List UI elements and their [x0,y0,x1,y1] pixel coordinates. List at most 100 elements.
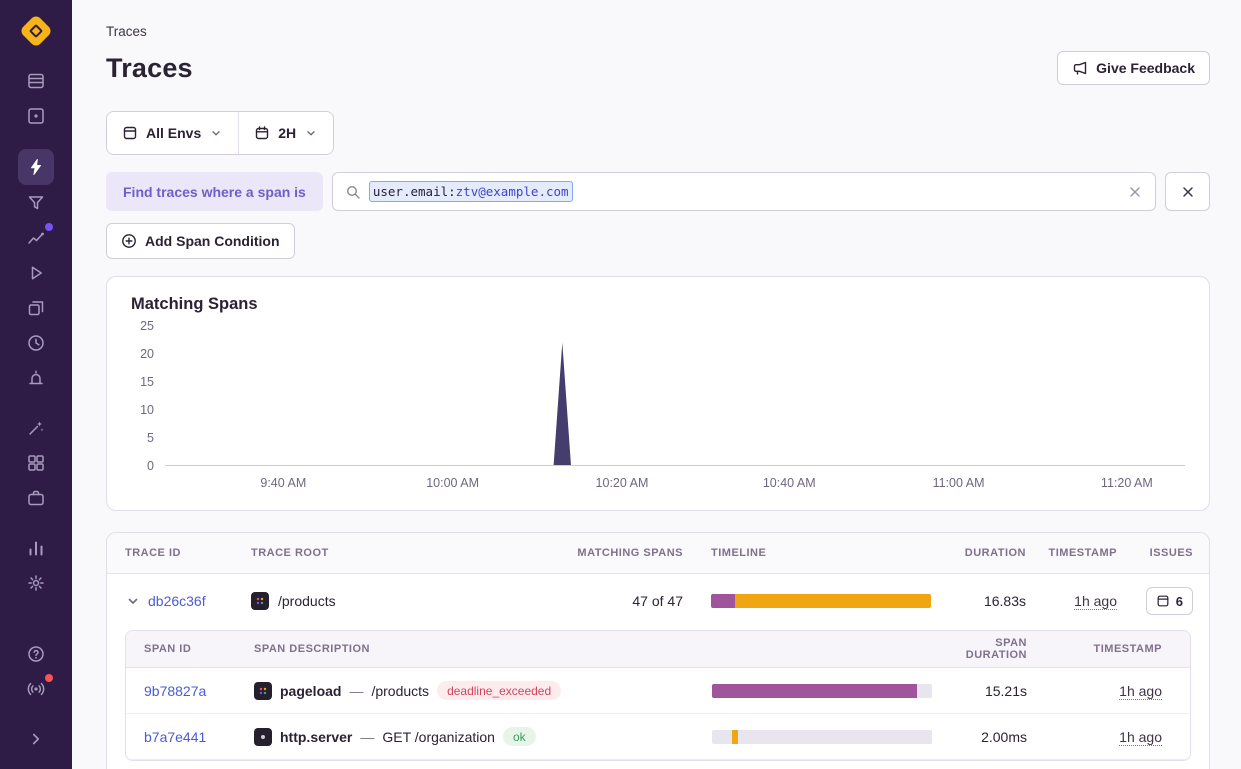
sidebar-item-stacks[interactable] [18,291,54,325]
add-span-condition-button[interactable]: Add Span Condition [106,223,295,259]
time-period-filter[interactable]: 2H [238,112,333,154]
play-icon [26,263,46,283]
span-table: SPAN ID SPAN DESCRIPTION SPAN DURATION T… [125,630,1191,761]
chevron-right-icon [27,730,45,748]
y-tick-label: 5 [147,431,154,445]
issues-button[interactable]: 6 [1146,587,1193,615]
sidebar-item-insights[interactable] [18,221,54,255]
sentry-logo[interactable] [19,14,53,48]
matching-spans-chart: 0510152025 9:40 AM10:00 AM10:20 AM10:40 … [131,318,1185,494]
token-key: user.email: [373,184,456,199]
collapse-trace-icon[interactable] [125,593,141,609]
main-content: Traces Traces Give Feedback All Envs 2H … [72,0,1241,769]
span-description: /products [371,683,429,699]
status-badge: ok [503,727,536,746]
project-avatar [251,592,269,610]
sidebar-item-funnel[interactable] [18,186,54,220]
span-description: GET /organization [382,729,495,745]
clock-icon [26,333,46,353]
search-icon [345,184,361,200]
matching-spans-count: 47 of 47 [523,593,683,609]
y-tick-label: 25 [140,319,154,333]
trace-duration: 16.83s [931,593,1026,609]
x-tick-label: 11:00 AM [933,476,985,490]
span-table-header: SPAN ID SPAN DESCRIPTION SPAN DURATION T… [126,631,1190,668]
sidebar-item-projects[interactable] [18,99,54,133]
y-tick-label: 20 [140,347,154,361]
sidebar-item-replays[interactable] [18,256,54,290]
issues-icon [1156,594,1170,608]
token-value: ztv@example.com [456,184,569,199]
span-duration: 2.00ms [932,729,1027,745]
gear-icon [26,573,46,593]
sidebar-item-organization[interactable] [18,481,54,515]
col-span-timestamp: TIMESTAMP [1027,643,1162,655]
col-timestamp: TIMESTAMP [1026,547,1117,559]
span-duration: 15.21s [932,683,1027,699]
chart-line-icon [26,228,46,248]
y-tick-label: 10 [140,403,154,417]
give-feedback-button[interactable]: Give Feedback [1057,51,1210,85]
sidebar-item-traces[interactable] [18,149,54,185]
chart-spike-series [165,326,1185,465]
op-separator: — [349,683,363,699]
search-token[interactable]: user.email:ztv@example.com [369,181,573,202]
col-span-description: SPAN DESCRIPTION [254,643,684,655]
sidebar-item-alerts[interactable] [18,361,54,395]
environment-filter-label: All Envs [146,125,201,141]
x-tick-label: 9:40 AM [260,476,306,490]
environment-filter[interactable]: All Envs [107,112,238,154]
sidebar-item-whats-new[interactable] [18,672,54,706]
col-issues: ISSUES [1117,547,1193,559]
sidebar-item-stats[interactable] [18,531,54,565]
wand-icon [26,418,46,438]
sidebar-item-inbox[interactable] [18,64,54,98]
issues-count: 6 [1176,594,1183,609]
sidebar-item-apps[interactable] [18,446,54,480]
span-search-input[interactable]: user.email:ztv@example.com [332,172,1156,211]
chart-plot-area[interactable] [165,326,1185,466]
col-span-duration: SPAN DURATION [932,637,1027,661]
op-separator: — [360,729,374,745]
sidebar-expand-button[interactable] [18,722,54,756]
calendar-icon [254,125,270,141]
lightning-icon [26,157,46,177]
clear-search-icon[interactable] [1127,184,1143,200]
trace-row[interactable]: db26c36f /products 47 of 47 16.83s 1h ag… [107,574,1209,628]
status-badge: deadline_exceeded [437,681,561,700]
span-op: pageload [280,683,341,699]
sidebar-item-help[interactable] [18,637,54,671]
trace-timestamp[interactable]: 1h ago [1074,593,1117,610]
project-avatar [254,682,272,700]
siren-icon [26,368,46,388]
delete-condition-button[interactable] [1165,172,1210,211]
span-id-link[interactable]: 9b78827a [144,683,254,699]
sidebar-item-tools[interactable] [18,411,54,445]
col-trace-root: TRACE ROOT [251,547,523,559]
span-id-link[interactable]: b7a7e441 [144,729,254,745]
trace-table-header: TRACE ID TRACE ROOT MATCHING SPANS TIMEL… [107,533,1209,574]
chart-title: Matching Spans [131,295,1185,314]
span-timestamp[interactable]: 1h ago [1119,729,1162,746]
sidebar-item-settings[interactable] [18,566,54,600]
span-timeline-bar [712,730,932,744]
project-avatar [254,728,272,746]
col-span-id: SPAN ID [144,643,254,655]
close-icon [1180,184,1196,200]
briefcase-icon [26,488,46,508]
col-matching-spans: MATCHING SPANS [523,547,683,559]
add-span-condition-label: Add Span Condition [145,233,280,249]
sidebar-item-history[interactable] [18,326,54,360]
span-timestamp[interactable]: 1h ago [1119,683,1162,700]
window-icon [122,125,138,141]
filter-group: All Envs 2H [106,111,334,155]
span-row[interactable]: b7a7e441 http.server — GET /organization… [126,714,1190,760]
span-row[interactable]: 9b78827a pageload — /products deadline_e… [126,668,1190,714]
trace-root-label: /products [278,593,336,609]
breadcrumb[interactable]: Traces [106,24,1210,39]
chart-x-axis: 9:40 AM10:00 AM10:20 AM10:40 AM11:00 AM1… [165,470,1185,494]
y-tick-label: 15 [140,375,154,389]
plus-circle-icon [121,233,137,249]
trace-id-link[interactable]: db26c36f [148,593,206,609]
trace-timeline-bar [711,594,931,608]
